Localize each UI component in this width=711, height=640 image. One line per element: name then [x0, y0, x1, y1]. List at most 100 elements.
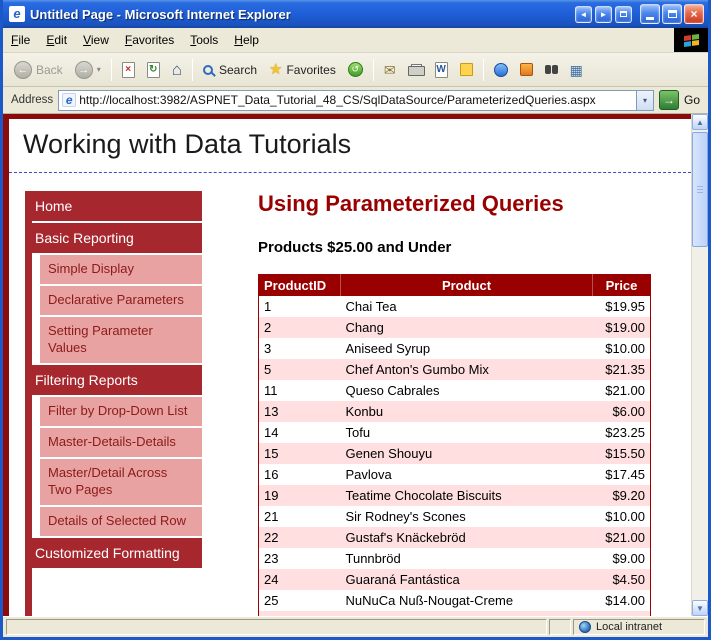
grid-header-productid: ProductID	[259, 275, 341, 297]
browser-viewport: Working with Data Tutorials HomeBasic Re…	[3, 114, 708, 616]
cell-productid: 1	[259, 296, 341, 317]
minimize-button[interactable]	[640, 4, 660, 24]
cell-product: Genen Shouyu	[341, 443, 593, 464]
address-dropdown-button[interactable]: ▾	[636, 91, 653, 110]
table-row: 25NuNuCa Nuß-Nougat-Creme$14.00	[259, 590, 651, 611]
menu-item-filtering-reports[interactable]: Filtering Reports	[25, 365, 202, 395]
site-menu: HomeBasic ReportingSimple DisplayDeclara…	[25, 191, 202, 616]
cell-price: $9.20	[593, 485, 651, 506]
grid-body: 1Chai Tea$19.952Chang$19.003Aniseed Syru…	[259, 296, 651, 616]
security-zone-panel: Local intranet	[573, 619, 705, 635]
refresh-button[interactable]: ↻	[142, 59, 165, 81]
menu-favorites[interactable]: Favorites	[117, 28, 182, 52]
cell-product: Chai Tea	[341, 296, 593, 317]
menu-file[interactable]: File	[3, 28, 38, 52]
section-subtitle: Products $25.00 and Under	[258, 239, 691, 256]
cell-product: Tunnbröd	[341, 548, 593, 569]
print-button[interactable]	[403, 61, 428, 79]
discuss-button[interactable]	[455, 60, 478, 79]
cell-product: Chang	[341, 317, 593, 338]
menu-item-master-details-details[interactable]: Master-Details-Details	[40, 428, 202, 457]
page-title: Using Parameterized Queries	[258, 191, 691, 217]
tiles-button[interactable]: ▦	[565, 60, 588, 80]
title-nav-left-button[interactable]: ◄	[575, 6, 592, 23]
address-bar: Address e ▾ → Go	[3, 87, 708, 114]
menu-item-details-of-selected-row[interactable]: Details of Selected Row	[40, 507, 202, 536]
scrollbar-track[interactable]	[692, 130, 708, 600]
stop-button[interactable]: ×	[117, 59, 140, 81]
cell-productid: 23	[259, 548, 341, 569]
menu-edit[interactable]: Edit	[38, 28, 75, 52]
grid-header-product: Product	[341, 275, 593, 297]
cell-product: Gustaf's Knäckebröd	[341, 527, 593, 548]
edit-with-word-button[interactable]: W	[430, 59, 453, 81]
page-body: HomeBasic ReportingSimple DisplayDeclara…	[9, 173, 691, 616]
maximize-icon	[668, 10, 677, 18]
chevron-left-icon: ◄	[580, 10, 588, 19]
cell-productid: 24	[259, 569, 341, 590]
titlebar[interactable]: e Untitled Page - Microsoft Internet Exp…	[3, 0, 708, 28]
table-row: 14Tofu$23.25	[259, 422, 651, 443]
back-button[interactable]: ← Back	[9, 58, 68, 82]
research-button[interactable]	[515, 60, 538, 79]
cell-productid: 14	[259, 422, 341, 443]
menu-item-setting-parameter-values[interactable]: Setting Parameter Values	[40, 317, 202, 363]
word-icon: W	[435, 62, 448, 78]
cell-productid: 16	[259, 464, 341, 485]
menu-help[interactable]: Help	[226, 28, 267, 52]
cell-productid: 13	[259, 401, 341, 422]
cell-price: $10.00	[593, 338, 651, 359]
scroll-up-button[interactable]: ▲	[692, 114, 708, 130]
table-row: 16Pavlova$17.45	[259, 464, 651, 485]
cell-price: $21.00	[593, 380, 651, 401]
forward-button[interactable]: → ▾	[70, 58, 106, 82]
history-button[interactable]: ↺	[343, 59, 368, 80]
table-row: 11Queso Cabrales$21.00	[259, 380, 651, 401]
cell-product: Konbu	[341, 401, 593, 422]
menu-item-simple-display[interactable]: Simple Display	[40, 255, 202, 284]
favorites-button[interactable]: ★ Favorites	[264, 59, 341, 80]
menu-tools[interactable]: Tools	[182, 28, 226, 52]
go-button[interactable]: →	[659, 90, 679, 110]
cell-productid: 21	[259, 506, 341, 527]
stop-icon: ×	[122, 62, 135, 78]
close-button[interactable]: ×	[684, 4, 704, 24]
find-button[interactable]	[540, 62, 563, 77]
cell-price: $14.00	[593, 590, 651, 611]
table-row: 19Teatime Chocolate Biscuits$9.20	[259, 485, 651, 506]
messenger-button[interactable]	[489, 60, 513, 80]
mail-button[interactable]: ✉	[379, 60, 401, 80]
menu-item-customized-formatting[interactable]: Customized Formatting	[25, 538, 202, 568]
discuss-icon	[460, 63, 473, 76]
home-button[interactable]: ⌂	[167, 58, 187, 81]
menu-item-master-detail-across-two-pages[interactable]: Master/Detail Across Two Pages	[40, 459, 202, 505]
table-row: 24Guaraná Fantástica$4.50	[259, 569, 651, 590]
title-nav-right-button[interactable]: ►	[595, 6, 612, 23]
toolbar-separator	[192, 59, 193, 81]
titlebar-buttons: ◄ ► ×	[575, 4, 704, 24]
maximize-button[interactable]	[662, 4, 682, 24]
forward-dropdown-icon: ▾	[97, 65, 101, 74]
grid-icon: ▦	[570, 63, 583, 77]
cell-productid: 2	[259, 317, 341, 338]
menu-item-declarative-parameters[interactable]: Declarative Parameters	[40, 286, 202, 315]
scroll-down-button[interactable]: ▼	[692, 600, 708, 616]
cell-price: $9.00	[593, 548, 651, 569]
menu-item-home[interactable]: Home	[25, 191, 202, 221]
scrollbar-thumb[interactable]	[692, 132, 708, 247]
menu-item-filter-by-drop-down-list[interactable]: Filter by Drop-Down List	[40, 397, 202, 426]
table-row: 15Genen Shouyu$15.50	[259, 443, 651, 464]
address-input[interactable]	[79, 93, 636, 107]
toolbar-separator	[483, 59, 484, 81]
go-label: Go	[684, 93, 700, 107]
vertical-scrollbar[interactable]: ▲ ▼	[691, 114, 708, 616]
cell-productid: 19	[259, 485, 341, 506]
cell-price: $21.00	[593, 527, 651, 548]
web-page: Working with Data Tutorials HomeBasic Re…	[3, 114, 691, 616]
title-extra-button[interactable]	[615, 6, 632, 23]
menu-item-basic-reporting[interactable]: Basic Reporting	[25, 223, 202, 253]
menu-view[interactable]: View	[75, 28, 117, 52]
search-button[interactable]: Search	[198, 60, 262, 80]
cell-productid: 3	[259, 338, 341, 359]
history-icon: ↺	[348, 62, 363, 77]
